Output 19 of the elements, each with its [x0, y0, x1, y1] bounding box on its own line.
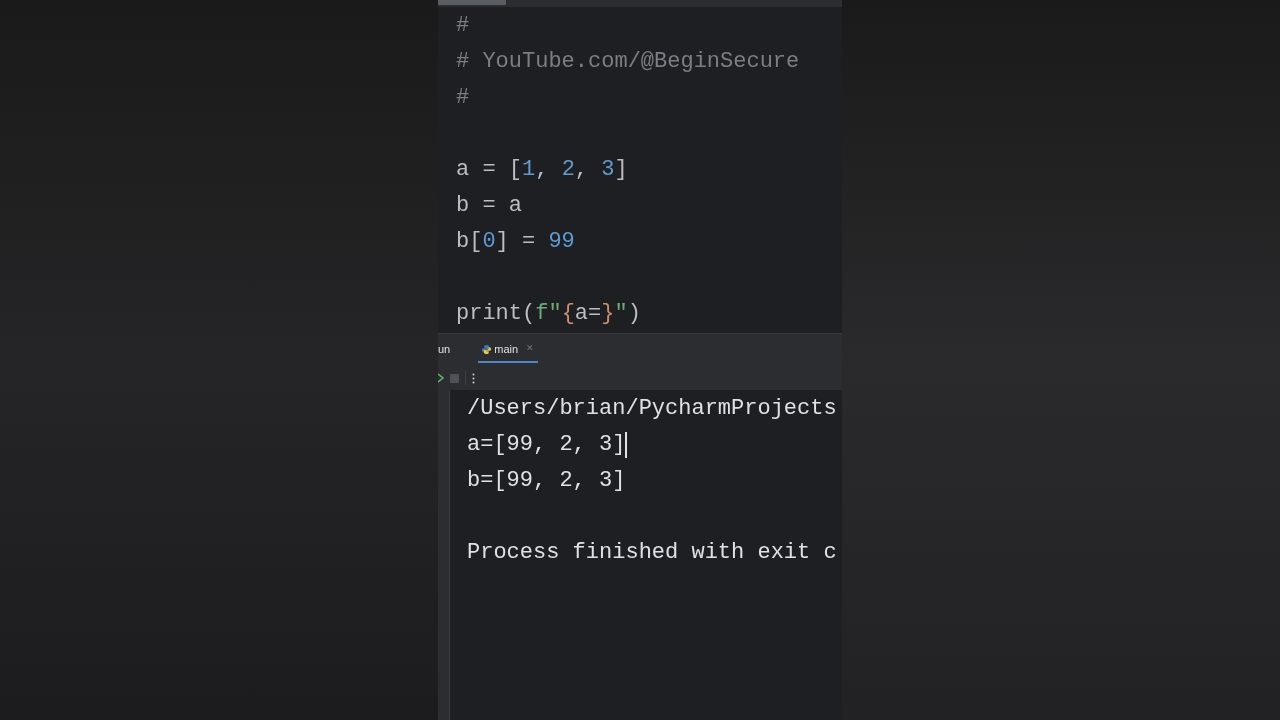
- code-line: b[0] = 99: [456, 229, 575, 254]
- python-icon: [482, 344, 492, 354]
- rerun-icon[interactable]: [438, 373, 444, 383]
- output-line: b=[99, 2, 3]: [467, 467, 626, 495]
- more-icon[interactable]: [472, 372, 475, 384]
- code-line: print(f"{a=}"): [456, 301, 641, 326]
- tab-label: un: [438, 341, 451, 357]
- output-line: /Users/brian/PycharmProjects: [467, 395, 837, 423]
- code-line: b = a: [456, 193, 522, 218]
- code-line: # YouTube.com/@BeginSecure: [456, 49, 800, 74]
- code-line: #: [456, 85, 470, 110]
- code-line: #: [456, 13, 470, 38]
- tab-label: main: [494, 341, 519, 357]
- output-line: a=[99, 2, 3]: [467, 431, 626, 459]
- output-line: Process finished with exit c: [467, 539, 837, 567]
- scroll-indicator: [438, 0, 506, 5]
- tool-tab[interactable]: main ✕: [478, 337, 539, 363]
- code-line: a = [1, 2, 3]: [456, 157, 628, 182]
- tool-tab[interactable]: un: [438, 337, 451, 363]
